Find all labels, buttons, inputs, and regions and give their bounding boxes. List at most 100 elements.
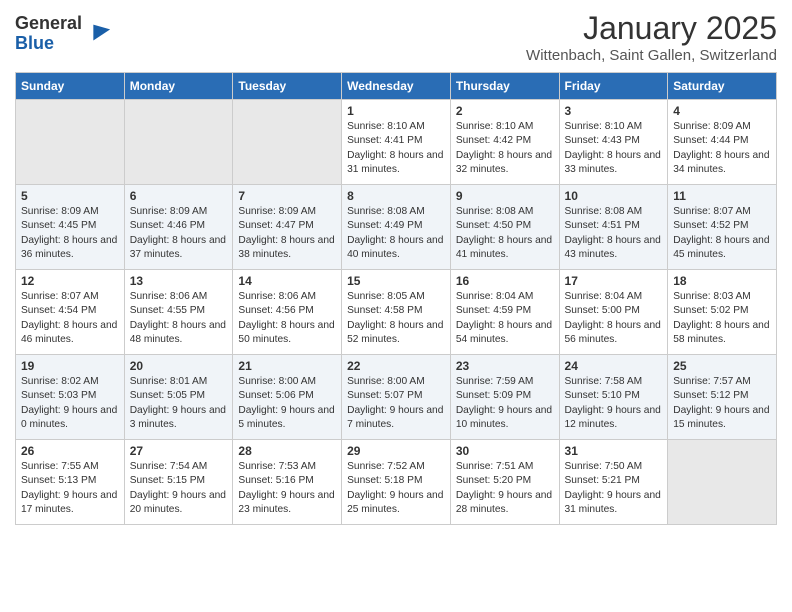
day-info: Sunrise: 8:02 AMSunset: 5:03 PMDaylight:…	[21, 375, 119, 432]
calendar-cell: 13 Sunrise: 8:06 AMSunset: 4:55 PMDayligh…	[124, 270, 233, 355]
day-info: Sunrise: 7:55 AMSunset: 5:13 PMDaylight:…	[21, 460, 119, 517]
day-number: 9	[456, 189, 554, 203]
day-number: 14	[238, 274, 336, 288]
calendar-week-1: 1Sunrise: 8:10 AMSunset: 4:41 PMDaylight…	[16, 100, 777, 185]
day-info: Sunrise: 7:51 AMSunset: 5:20 PMDaylight:…	[456, 460, 554, 517]
calendar-cell: 19 Sunrise: 8:02 AMSunset: 5:03 PMDayligh…	[16, 355, 125, 440]
day-info: Sunrise: 8:09 AMSunset: 4:47 PMDaylight:…	[238, 205, 336, 262]
calendar-cell: 15Sunrise: 8:05 AMSunset: 4:58 PMDayligh…	[342, 270, 451, 355]
title-area: January 2025 Wittenbach, Saint Gallen, S…	[526, 10, 777, 64]
day-number: 29	[347, 444, 445, 458]
day-number: 4	[673, 104, 771, 118]
column-header-thursday: Thursday	[450, 73, 559, 100]
calendar-cell	[16, 100, 125, 185]
month-title: January 2025	[526, 10, 777, 47]
calendar-cell: 23Sunrise: 7:59 AMSunset: 5:09 PMDayligh…	[450, 355, 559, 440]
calendar-cell: 9 Sunrise: 8:08 AMSunset: 4:50 PMDaylight…	[450, 185, 559, 270]
calendar-cell: 17 Sunrise: 8:04 AMSunset: 5:00 PMDayligh…	[559, 270, 668, 355]
calendar-cell: 7 Sunrise: 8:09 AMSunset: 4:47 PMDaylight…	[233, 185, 342, 270]
day-number: 27	[130, 444, 228, 458]
calendar-cell: 12 Sunrise: 8:07 AMSunset: 4:54 PMDayligh…	[16, 270, 125, 355]
calendar-cell: 16Sunrise: 8:04 AMSunset: 4:59 PMDayligh…	[450, 270, 559, 355]
day-info: Sunrise: 7:58 AMSunset: 5:10 PMDaylight:…	[565, 375, 663, 432]
day-info: Sunrise: 8:10 AMSunset: 4:42 PMDaylight:…	[456, 120, 554, 177]
day-number: 28	[238, 444, 336, 458]
calendar-cell: 1Sunrise: 8:10 AMSunset: 4:41 PMDaylight…	[342, 100, 451, 185]
day-info: Sunrise: 8:03 AMSunset: 5:02 PMDaylight:…	[673, 290, 771, 347]
day-info: Sunrise: 7:57 AMSunset: 5:12 PMDaylight:…	[673, 375, 771, 432]
logo-icon	[84, 20, 112, 48]
day-number: 6	[130, 189, 228, 203]
calendar-cell: 24 Sunrise: 7:58 AMSunset: 5:10 PMDayligh…	[559, 355, 668, 440]
day-number: 21	[238, 359, 336, 373]
day-info: Sunrise: 7:59 AMSunset: 5:09 PMDaylight:…	[456, 375, 554, 432]
logo-general: General	[15, 14, 82, 34]
day-number: 11	[673, 189, 771, 203]
day-info: Sunrise: 8:09 AMSunset: 4:44 PMDaylight:…	[673, 120, 771, 177]
calendar-cell: 21 Sunrise: 8:00 AMSunset: 5:06 PMDayligh…	[233, 355, 342, 440]
column-header-wednesday: Wednesday	[342, 73, 451, 100]
calendar-cell: 18 Sunrise: 8:03 AMSunset: 5:02 PMDayligh…	[668, 270, 777, 355]
day-number: 26	[21, 444, 119, 458]
day-number: 20	[130, 359, 228, 373]
day-number: 5	[21, 189, 119, 203]
day-number: 24	[565, 359, 663, 373]
calendar-week-2: 5Sunrise: 8:09 AMSunset: 4:45 PMDaylight…	[16, 185, 777, 270]
day-number: 19	[21, 359, 119, 373]
day-number: 17	[565, 274, 663, 288]
day-number: 13	[130, 274, 228, 288]
calendar-cell: 22Sunrise: 8:00 AMSunset: 5:07 PMDayligh…	[342, 355, 451, 440]
calendar-cell: 26 Sunrise: 7:55 AMSunset: 5:13 PMDayligh…	[16, 440, 125, 525]
day-number: 10	[565, 189, 663, 203]
calendar-week-3: 12 Sunrise: 8:07 AMSunset: 4:54 PMDayligh…	[16, 270, 777, 355]
calendar-cell: 4 Sunrise: 8:09 AMSunset: 4:44 PMDaylight…	[668, 100, 777, 185]
column-header-sunday: Sunday	[16, 73, 125, 100]
logo-text: General Blue	[15, 14, 82, 54]
calendar-cell: 8 Sunrise: 8:08 AMSunset: 4:49 PMDaylight…	[342, 185, 451, 270]
calendar-cell: 25 Sunrise: 7:57 AMSunset: 5:12 PMDayligh…	[668, 355, 777, 440]
day-number: 12	[21, 274, 119, 288]
day-number: 25	[673, 359, 771, 373]
day-info: Sunrise: 8:06 AMSunset: 4:55 PMDaylight:…	[130, 290, 228, 347]
day-info: Sunrise: 7:50 AMSunset: 5:21 PMDaylight:…	[565, 460, 663, 517]
calendar-cell: 28 Sunrise: 7:53 AMSunset: 5:16 PMDayligh…	[233, 440, 342, 525]
day-info: Sunrise: 8:04 AMSunset: 5:00 PMDaylight:…	[565, 290, 663, 347]
day-info: Sunrise: 7:53 AMSunset: 5:16 PMDaylight:…	[238, 460, 336, 517]
day-info: Sunrise: 8:08 AMSunset: 4:50 PMDaylight:…	[456, 205, 554, 262]
calendar-cell	[233, 100, 342, 185]
calendar-cell: 6 Sunrise: 8:09 AMSunset: 4:46 PMDaylight…	[124, 185, 233, 270]
page-header: General Blue January 2025 Wittenbach, Sa…	[15, 10, 777, 64]
column-header-friday: Friday	[559, 73, 668, 100]
day-info: Sunrise: 7:52 AMSunset: 5:18 PMDaylight:…	[347, 460, 445, 517]
column-header-monday: Monday	[124, 73, 233, 100]
day-info: Sunrise: 8:04 AMSunset: 4:59 PMDaylight:…	[456, 290, 554, 347]
day-number: 15	[347, 274, 445, 288]
calendar-week-4: 19 Sunrise: 8:02 AMSunset: 5:03 PMDayligh…	[16, 355, 777, 440]
day-info: Sunrise: 8:07 AMSunset: 4:54 PMDaylight:…	[21, 290, 119, 347]
calendar-cell: 10 Sunrise: 8:08 AMSunset: 4:51 PMDayligh…	[559, 185, 668, 270]
day-info: Sunrise: 7:54 AMSunset: 5:15 PMDaylight:…	[130, 460, 228, 517]
day-number: 18	[673, 274, 771, 288]
calendar-week-5: 26 Sunrise: 7:55 AMSunset: 5:13 PMDayligh…	[16, 440, 777, 525]
logo-area: General Blue	[15, 10, 112, 54]
calendar-cell: 20Sunrise: 8:01 AMSunset: 5:05 PMDayligh…	[124, 355, 233, 440]
calendar-cell: 14Sunrise: 8:06 AMSunset: 4:56 PMDayligh…	[233, 270, 342, 355]
column-header-tuesday: Tuesday	[233, 73, 342, 100]
calendar-cell	[124, 100, 233, 185]
location-title: Wittenbach, Saint Gallen, Switzerland	[526, 47, 777, 64]
calendar-table: SundayMondayTuesdayWednesdayThursdayFrid…	[15, 72, 777, 525]
day-number: 3	[565, 104, 663, 118]
calendar-cell	[668, 440, 777, 525]
day-number: 8	[347, 189, 445, 203]
day-info: Sunrise: 8:08 AMSunset: 4:51 PMDaylight:…	[565, 205, 663, 262]
calendar-cell: 31Sunrise: 7:50 AMSunset: 5:21 PMDayligh…	[559, 440, 668, 525]
day-info: Sunrise: 8:09 AMSunset: 4:46 PMDaylight:…	[130, 205, 228, 262]
day-info: Sunrise: 8:00 AMSunset: 5:06 PMDaylight:…	[238, 375, 336, 432]
calendar-cell: 29 Sunrise: 7:52 AMSunset: 5:18 PMDayligh…	[342, 440, 451, 525]
day-number: 7	[238, 189, 336, 203]
day-info: Sunrise: 8:08 AMSunset: 4:49 PMDaylight:…	[347, 205, 445, 262]
day-info: Sunrise: 8:10 AMSunset: 4:43 PMDaylight:…	[565, 120, 663, 177]
day-number: 2	[456, 104, 554, 118]
calendar-cell: 3 Sunrise: 8:10 AMSunset: 4:43 PMDaylight…	[559, 100, 668, 185]
calendar-cell: 27 Sunrise: 7:54 AMSunset: 5:15 PMDayligh…	[124, 440, 233, 525]
